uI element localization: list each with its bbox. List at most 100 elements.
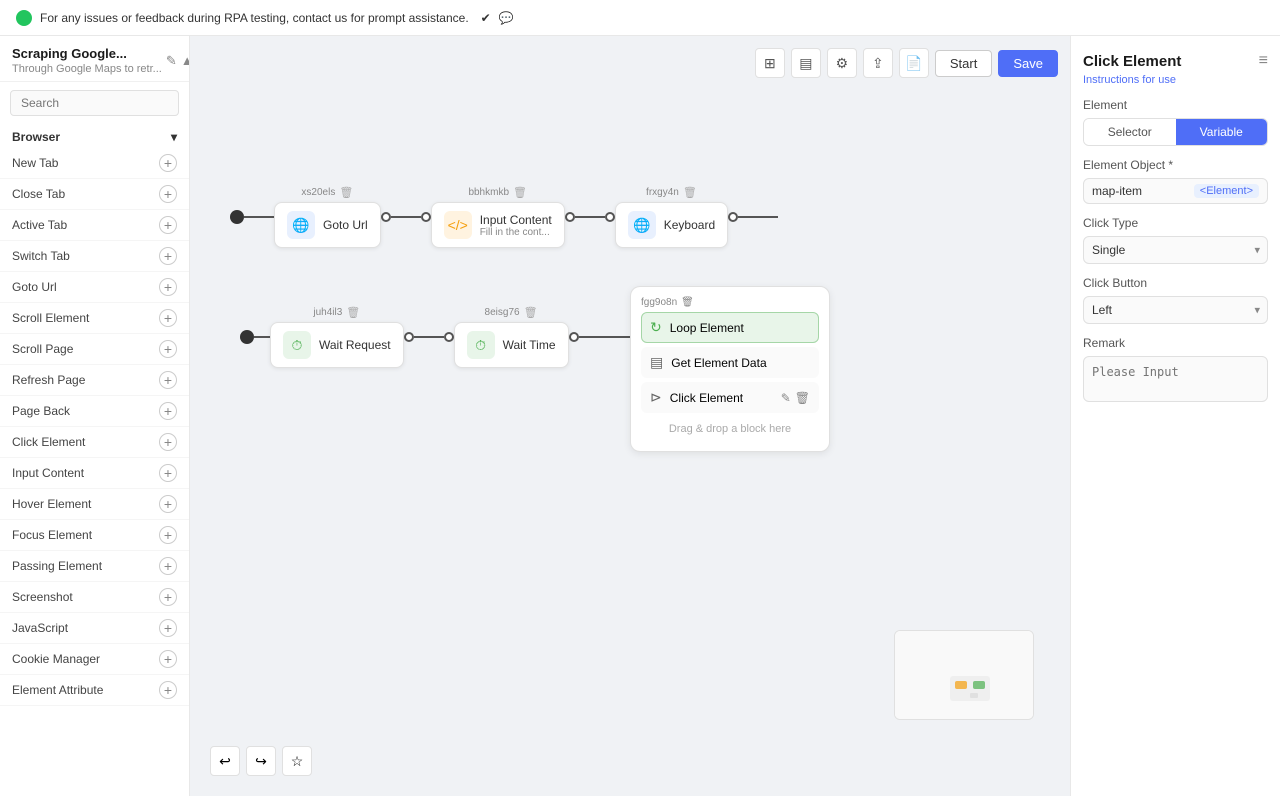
save-button[interactable]: Save	[998, 50, 1058, 77]
add-hover-element-icon[interactable]: +	[159, 495, 177, 513]
sidebar-item-input-content[interactable]: Input Content +	[0, 458, 189, 489]
upload-icon[interactable]: ⇪	[863, 48, 893, 78]
add-page-back-icon[interactable]: +	[159, 402, 177, 420]
loop-item-actions: ✎ 🗑	[781, 391, 810, 405]
sidebar-item-click-element[interactable]: Click Element +	[0, 427, 189, 458]
node-wait-time[interactable]: 8eisg76 🗑 ⏱ Wait Time	[454, 306, 569, 368]
sidebar-item-label: Close Tab	[12, 187, 65, 201]
sidebar-item-focus-element[interactable]: Focus Element +	[0, 520, 189, 551]
sidebar-item-close-tab[interactable]: Close Tab +	[0, 179, 189, 210]
add-new-tab-icon[interactable]: +	[159, 154, 177, 172]
loop-group-delete-icon[interactable]: 🗑	[681, 297, 694, 308]
node-delete-icon[interactable]: 🗑	[346, 306, 360, 319]
sidebar-item-passing-element[interactable]: Passing Element +	[0, 551, 189, 582]
add-element-attribute-icon[interactable]: +	[159, 681, 177, 699]
node-delete-icon[interactable]: 🗑	[339, 186, 353, 199]
bookmark-button[interactable]: ☆	[282, 746, 312, 776]
collapse-icon[interactable]: ▲	[181, 53, 190, 69]
edit-icon[interactable]: ✎	[166, 53, 177, 69]
layout-icon[interactable]: ▤	[791, 48, 821, 78]
sidebar-item-page-back[interactable]: Page Back +	[0, 396, 189, 427]
verified-icon: ✔	[481, 11, 491, 25]
node-delete-icon[interactable]: 🗑	[683, 186, 697, 199]
get-element-data-icon: ▤	[650, 354, 663, 371]
sidebar-item-javascript[interactable]: JavaScript +	[0, 613, 189, 644]
add-cookie-manager-icon[interactable]: +	[159, 650, 177, 668]
add-close-tab-icon[interactable]: +	[159, 185, 177, 203]
add-scroll-page-icon[interactable]: +	[159, 340, 177, 358]
sidebar-item-label: Input Content	[12, 466, 84, 480]
sidebar-item-label: Passing Element	[12, 559, 102, 573]
add-active-tab-icon[interactable]: +	[159, 216, 177, 234]
node-delete-icon[interactable]: 🗑	[513, 186, 527, 199]
edit-action-icon[interactable]: ✎	[781, 391, 791, 405]
loop-element-label: Loop Element	[670, 321, 744, 335]
loop-group[interactable]: fgg9o8n 🗑 ↻ Loop Element ▤ Get Element D…	[630, 286, 830, 452]
node-delete-icon[interactable]: 🗑	[524, 306, 538, 319]
sidebar-item-label: Page Back	[12, 404, 70, 418]
sidebar-item-new-tab[interactable]: New Tab +	[0, 148, 189, 179]
search-input[interactable]	[10, 90, 179, 116]
add-screenshot-icon[interactable]: +	[159, 588, 177, 606]
click-button-select[interactable]: Left Right Middle	[1083, 296, 1268, 324]
sidebar-item-label: Refresh Page	[12, 373, 85, 387]
start-button[interactable]: Start	[935, 50, 992, 77]
click-button-select-wrapper: Left Right Middle	[1083, 296, 1268, 324]
add-goto-url-icon[interactable]: +	[159, 278, 177, 296]
node-goto-url[interactable]: xs20els 🗑 🌐 Goto Url	[274, 186, 381, 248]
element-object-input[interactable]: map-item <Element>	[1083, 178, 1268, 204]
node-keyboard[interactable]: frxgy4n 🗑 🌐 Keyboard	[615, 186, 728, 248]
document-icon[interactable]: 📄	[899, 48, 929, 78]
sidebar-item-refresh-page[interactable]: Refresh Page +	[0, 365, 189, 396]
add-refresh-page-icon[interactable]: +	[159, 371, 177, 389]
browser-section-label: Browser ▾	[0, 124, 189, 148]
top-banner: For any issues or feedback during RPA te…	[0, 0, 1280, 36]
section-collapse-icon[interactable]: ▾	[171, 130, 177, 144]
node-input-content[interactable]: bbhkmkb 🗑 </> Input Content Fill in the …	[431, 186, 565, 248]
sidebar-item-screenshot[interactable]: Screenshot +	[0, 582, 189, 613]
node-id: 8eisg76 🗑	[485, 306, 538, 319]
node-id: juh4il3 🗑	[313, 306, 360, 319]
status-indicator	[16, 10, 32, 26]
sidebar-item-cookie-manager[interactable]: Cookie Manager +	[0, 644, 189, 675]
click-type-select[interactable]: Single Double Right	[1083, 236, 1268, 264]
connector-line	[244, 216, 274, 218]
sidebar-item-hover-element[interactable]: Hover Element +	[0, 489, 189, 520]
add-input-content-icon[interactable]: +	[159, 464, 177, 482]
grid-view-icon[interactable]: ⊞	[755, 48, 785, 78]
sidebar-item-goto-url[interactable]: Goto Url +	[0, 272, 189, 303]
discord-icon: 💬	[499, 11, 514, 25]
loop-item-get-element-data[interactable]: ▤ Get Element Data	[641, 347, 819, 378]
undo-button[interactable]: ↩	[210, 746, 240, 776]
add-switch-tab-icon[interactable]: +	[159, 247, 177, 265]
sidebar-header: Scraping Google... Through Google Maps t…	[0, 36, 189, 82]
add-focus-element-icon[interactable]: +	[159, 526, 177, 544]
node-wait-request[interactable]: juh4il3 🗑 ⏱ Wait Request	[270, 306, 404, 368]
add-javascript-icon[interactable]: +	[159, 619, 177, 637]
goto-url-icon: 🌐	[287, 211, 315, 239]
get-element-data-label: Get Element Data	[671, 356, 766, 370]
loop-item-loop-element[interactable]: ↻ Loop Element	[641, 312, 819, 343]
sidebar-item-scroll-page[interactable]: Scroll Page +	[0, 334, 189, 365]
canvas-area[interactable]: ⊞ ▤ ⚙ ⇪ 📄 Start Save xs20els 🗑	[190, 36, 1070, 796]
redo-button[interactable]: ↪	[246, 746, 276, 776]
settings-icon[interactable]: ⚙	[827, 48, 857, 78]
instructions-link[interactable]: Instructions for use	[1083, 74, 1268, 86]
wait-time-icon: ⏱	[467, 331, 495, 359]
sidebar-item-active-tab[interactable]: Active Tab +	[0, 210, 189, 241]
sidebar: Scraping Google... Through Google Maps t…	[0, 36, 190, 796]
selector-toggle[interactable]: Selector	[1084, 119, 1176, 145]
variable-toggle[interactable]: Variable	[1176, 119, 1268, 145]
add-click-element-icon[interactable]: +	[159, 433, 177, 451]
node-id: frxgy4n 🗑	[646, 186, 697, 199]
delete-action-icon[interactable]: 🗑	[795, 391, 810, 405]
sidebar-item-switch-tab[interactable]: Switch Tab +	[0, 241, 189, 272]
loop-item-click-element[interactable]: ⊳ Click Element ✎ 🗑	[641, 382, 819, 413]
add-scroll-element-icon[interactable]: +	[159, 309, 177, 327]
sidebar-item-element-attribute[interactable]: Element Attribute +	[0, 675, 189, 706]
remark-input[interactable]	[1083, 356, 1268, 402]
panel-menu-icon[interactable]: ≡	[1259, 52, 1268, 70]
sidebar-item-scroll-element[interactable]: Scroll Element +	[0, 303, 189, 334]
add-passing-element-icon[interactable]: +	[159, 557, 177, 575]
remark-section: Remark	[1083, 336, 1268, 405]
